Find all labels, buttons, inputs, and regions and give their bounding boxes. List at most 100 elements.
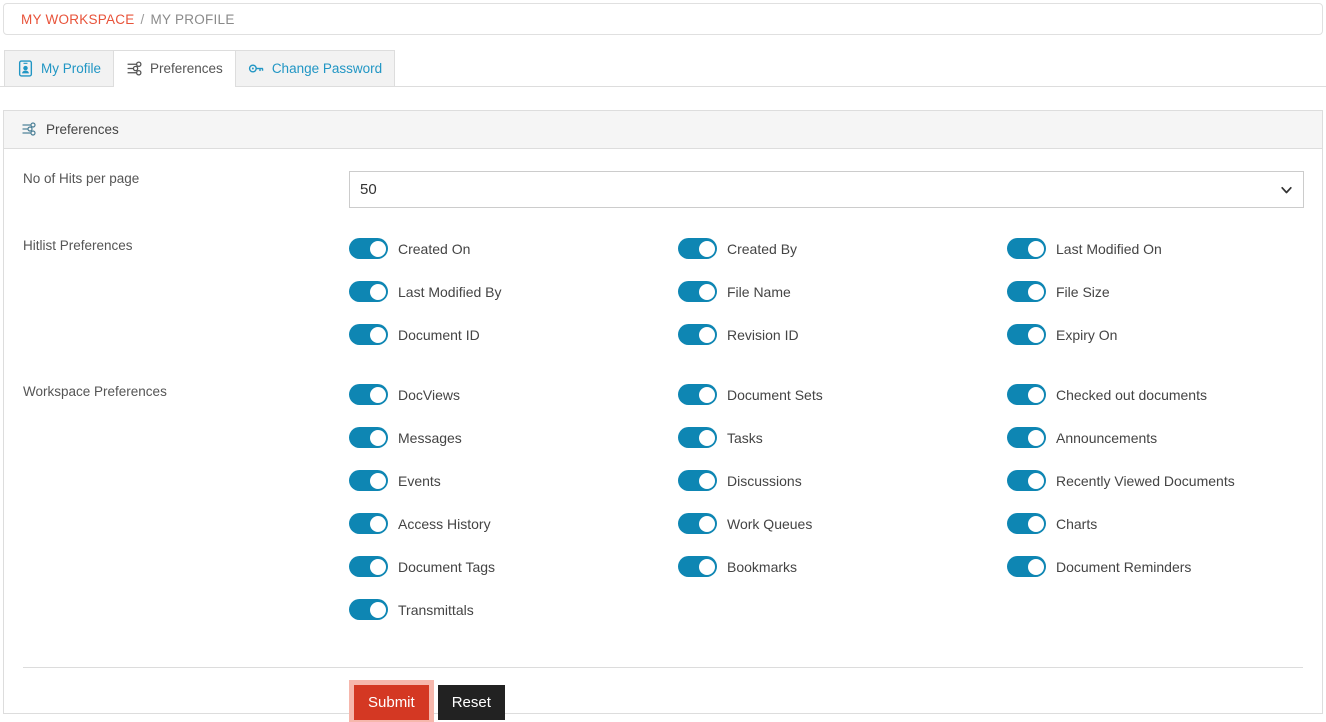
toggle-switch-icon[interactable] [349,324,388,345]
toggle-label: Recently Viewed Documents [1056,472,1235,489]
breadcrumb-current-profile: MY PROFILE [150,11,235,27]
toggle-switch-icon[interactable] [1007,384,1046,405]
hitlist-preferences-field: Created On Created By Last Modified On L… [349,227,1322,356]
toggle-switch-icon[interactable] [678,470,717,491]
toggle-label: Discussions [727,472,802,489]
hitlist-preferences-label: Hitlist Preferences [23,238,133,253]
toggle-switch-icon[interactable] [678,238,717,259]
workspace-toggle-grid: DocViews Document Sets Checked out docum… [349,373,1300,631]
toggle-label: Announcements [1056,429,1158,446]
toggle-recently-viewed-documents[interactable]: Recently Viewed Documents [1007,459,1300,502]
toggle-label: Document Sets [727,386,823,403]
toggle-switch-icon[interactable] [1007,281,1046,302]
toggle-events[interactable]: Events [349,459,678,502]
toggle-switch-icon[interactable] [678,513,717,534]
toggle-announcements[interactable]: Announcements [1007,416,1300,459]
toggle-label: Created By [727,240,798,257]
toggle-switch-icon[interactable] [1007,513,1046,534]
breadcrumb-separator: / [140,11,145,27]
toggle-switch-icon[interactable] [349,513,388,534]
breadcrumb-link-workspace[interactable]: MY WORKSPACE [21,12,135,27]
toggle-label: Transmittals [398,601,474,618]
toggle-checked-out-documents[interactable]: Checked out documents [1007,373,1300,416]
key-icon [248,60,265,77]
workspace-preferences-field: DocViews Document Sets Checked out docum… [349,373,1322,631]
toggle-label: File Size [1056,283,1110,300]
hits-per-page-value: 50 [360,181,377,198]
hits-per-page-select[interactable]: 50 [349,171,1304,208]
toggle-messages[interactable]: Messages [349,416,678,459]
reset-button[interactable]: Reset [437,685,505,720]
toggle-bookmarks[interactable]: Bookmarks [678,545,1007,588]
toggle-label: Document ID [398,326,480,343]
workspace-preferences-row: Workspace Preferences DocViews Document … [4,356,1322,631]
panel-header: Preferences [4,111,1322,149]
hitlist-preferences-row: Hitlist Preferences Created On Created B… [4,208,1322,356]
toggle-file-size[interactable]: File Size [1007,270,1300,313]
toggle-switch-icon[interactable] [349,238,388,259]
sliders-icon [21,121,38,138]
panel-title: Preferences [46,122,119,137]
toggle-label: Work Queues [727,515,813,532]
toggle-switch-icon[interactable] [678,281,717,302]
toggle-label: Bookmarks [727,558,798,575]
toggle-document-sets[interactable]: Document Sets [678,373,1007,416]
toggle-switch-icon[interactable] [1007,556,1046,577]
toggle-discussions[interactable]: Discussions [678,459,1007,502]
hits-per-page-label: No of Hits per page [23,171,140,186]
toggle-file-name[interactable]: File Name [678,270,1007,313]
toggle-switch-icon[interactable] [678,427,717,448]
toggle-switch-icon[interactable] [1007,324,1046,345]
toggle-label: Messages [398,429,462,446]
toggle-label: Last Modified By [398,283,502,300]
toggle-switch-icon[interactable] [349,599,388,620]
toggle-switch-icon[interactable] [678,384,717,405]
toggle-switch-icon[interactable] [1007,470,1046,491]
toggle-switch-icon[interactable] [349,556,388,577]
toggle-document-reminders[interactable]: Document Reminders [1007,545,1300,588]
tab-change-password[interactable]: Change Password [234,50,396,86]
toggle-created-on[interactable]: Created On [349,227,678,270]
toggle-label: Expiry On [1056,326,1118,343]
toggle-label: Document Reminders [1056,558,1192,575]
toggle-switch-icon[interactable] [1007,238,1046,259]
toggle-expiry-on[interactable]: Expiry On [1007,313,1300,356]
toggle-switch-icon[interactable] [678,324,717,345]
toggle-label: Revision ID [727,326,799,343]
toggle-document-id[interactable]: Document ID [349,313,678,356]
toggle-switch-icon[interactable] [349,427,388,448]
toggle-label: DocViews [398,386,460,403]
toggle-tasks[interactable]: Tasks [678,416,1007,459]
tab-preferences[interactable]: Preferences [113,50,236,87]
workspace-preferences-label: Workspace Preferences [23,384,167,399]
panel-body: No of Hits per page 50 Hitlist Preferenc… [4,149,1322,722]
toggle-label: Document Tags [398,558,496,575]
grid-spacer [1007,588,1300,631]
toggle-label: Charts [1056,515,1098,532]
toggle-charts[interactable]: Charts [1007,502,1300,545]
tab-my-profile[interactable]: My Profile [4,50,115,86]
toggle-docviews[interactable]: DocViews [349,373,678,416]
toggle-last-modified-by[interactable]: Last Modified By [349,270,678,313]
toggle-last-modified-on[interactable]: Last Modified On [1007,227,1300,270]
toggle-switch-icon[interactable] [678,556,717,577]
toggle-revision-id[interactable]: Revision ID [678,313,1007,356]
toggle-label: Events [398,472,441,489]
submit-button[interactable]: Submit [349,680,434,722]
toggle-switch-icon[interactable] [349,470,388,491]
toggle-label: Created On [398,240,471,257]
grid-spacer [678,588,1007,631]
hits-per-page-row: No of Hits per page 50 [4,149,1322,208]
footer-divider [23,667,1303,668]
toggle-label: Last Modified On [1056,240,1162,257]
toggle-switch-icon[interactable] [349,281,388,302]
toggle-access-history[interactable]: Access History [349,502,678,545]
toggle-switch-icon[interactable] [1007,427,1046,448]
toggle-label: Access History [398,515,491,532]
toggle-document-tags[interactable]: Document Tags [349,545,678,588]
breadcrumb: MY WORKSPACE / MY PROFILE [3,3,1323,35]
toggle-switch-icon[interactable] [349,384,388,405]
toggle-transmittals[interactable]: Transmittals [349,588,678,631]
toggle-created-by[interactable]: Created By [678,227,1007,270]
toggle-work-queues[interactable]: Work Queues [678,502,1007,545]
